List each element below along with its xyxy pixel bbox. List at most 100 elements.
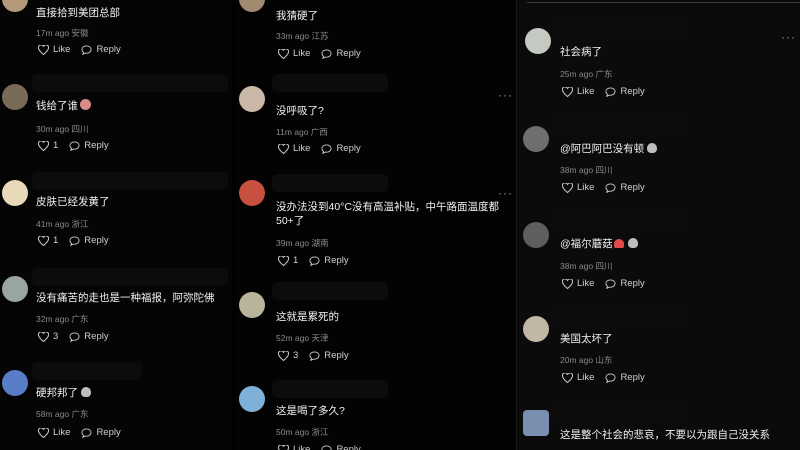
reply-button[interactable]: Reply — [321, 143, 361, 154]
user-avatar[interactable] — [523, 410, 549, 436]
user-avatar[interactable] — [525, 28, 551, 54]
like-button[interactable]: Like — [562, 182, 594, 193]
redacted-username — [557, 212, 687, 230]
like-button[interactable]: Like — [278, 444, 310, 450]
like-button[interactable]: 3 — [38, 331, 58, 342]
like-label: Like — [293, 444, 311, 450]
dog-face-emoji-icon — [80, 99, 91, 110]
reply-label: Reply — [84, 235, 109, 246]
like-label: Like — [293, 143, 311, 154]
comment-meta: 33m ago 江苏 — [276, 31, 329, 41]
comment-item: 没有痛苦的走也是一种福报，阿弥陀佛 32m ago 广东 3 Reply — [0, 264, 232, 354]
like-button[interactable]: Like — [278, 48, 310, 59]
reply-button[interactable]: Reply — [321, 48, 361, 59]
user-avatar[interactable] — [239, 292, 265, 318]
reply-button[interactable]: Reply — [81, 44, 121, 55]
like-label: Like — [577, 182, 595, 193]
reply-button[interactable]: Reply — [605, 372, 645, 383]
reply-label: Reply — [620, 278, 645, 289]
reply-button[interactable]: Reply — [69, 140, 109, 151]
comment-item: @阿巴阿巴没有顿 38m ago 四川 Like Reply — [517, 112, 800, 204]
mushroom-emoji-icon — [613, 239, 624, 248]
comment-item: ··· 社会病了 25m ago 广东 Like Reply — [517, 10, 800, 102]
reply-button[interactable]: Reply — [309, 255, 349, 266]
comment-text: 硬邦邦了 — [36, 386, 91, 400]
like-button[interactable]: Like — [38, 427, 70, 438]
like-button[interactable]: 3 — [278, 350, 298, 361]
reply-button[interactable]: Reply — [69, 331, 109, 342]
comment-actions: 3 Reply — [278, 350, 360, 361]
like-button[interactable]: 1 — [38, 140, 58, 151]
like-button[interactable]: Like — [38, 44, 70, 55]
user-avatar[interactable] — [2, 370, 28, 396]
like-count: 3 — [293, 350, 299, 361]
heart-outline-icon — [562, 372, 573, 383]
like-count: 1 — [53, 140, 59, 151]
reply-button[interactable]: Reply — [605, 278, 645, 289]
like-label: Like — [577, 372, 595, 383]
redacted-username — [272, 174, 388, 192]
user-avatar[interactable] — [239, 386, 265, 412]
reply-button[interactable]: Reply — [605, 182, 645, 193]
redacted-username — [272, 380, 388, 398]
reply-button[interactable]: Reply — [321, 444, 361, 450]
like-button[interactable]: Like — [278, 143, 310, 154]
like-count: 1 — [53, 235, 59, 246]
more-dots-icon[interactable]: ··· — [498, 187, 513, 199]
like-label: Like — [577, 86, 595, 97]
user-avatar[interactable] — [239, 86, 265, 112]
comment-column-right: ··· 社会病了 25m ago 广东 Like Reply @阿巴阿巴没有顿 … — [516, 0, 800, 450]
reply-button[interactable]: Reply — [309, 350, 349, 361]
comment-text: 社会病了 — [560, 46, 602, 58]
user-avatar[interactable] — [523, 126, 549, 152]
comment-item: 美国太坏了 20m ago 山东 Like Reply — [517, 302, 800, 394]
comment-item: 这是整个社会的悲哀，不要以为跟自己没关系 — [517, 398, 800, 450]
comment-meta: 17m ago 安徽 — [36, 28, 89, 38]
heart-outline-icon — [278, 444, 289, 450]
user-avatar[interactable] — [2, 180, 28, 206]
more-dots-icon[interactable]: ··· — [781, 31, 796, 43]
comment-meta: 38m ago 四川 — [560, 165, 613, 175]
comment-item: ··· 没呼吸了? 11m ago 广西 Like Reply — [236, 72, 518, 164]
redacted-username — [32, 362, 142, 380]
comment-item: ··· 没办法没到40°C没有高温补贴，中午路面温度都50+了 39m ago … — [236, 170, 518, 278]
comment-text: 没呼吸了? — [276, 105, 324, 117]
reply-label: Reply — [96, 427, 121, 438]
comment-text: 这就是累死的 — [276, 311, 339, 323]
like-button[interactable]: 1 — [38, 235, 58, 246]
reply-button[interactable]: Reply — [605, 86, 645, 97]
speech-bubble-icon — [309, 350, 320, 361]
comment-meta: 58m ago 广东 — [36, 409, 89, 419]
reply-label: Reply — [96, 44, 121, 55]
like-button[interactable]: Like — [562, 86, 594, 97]
heart-outline-icon — [38, 44, 49, 55]
user-avatar[interactable] — [523, 222, 549, 248]
user-avatar[interactable] — [239, 180, 265, 206]
heart-outline-icon — [278, 350, 289, 361]
speech-bubble-icon — [605, 182, 616, 193]
comment-text: 皮肤已经发黄了 — [36, 196, 110, 208]
like-button[interactable]: Like — [562, 372, 594, 383]
comment-meta: 38m ago 四川 — [560, 261, 613, 271]
speech-bubble-icon — [69, 331, 80, 342]
like-button[interactable]: Like — [562, 278, 594, 289]
comment-item: @福尔蘑菇 38m ago 四川 Like Reply — [517, 206, 800, 298]
comment-text: 这是整个社会的悲哀，不要以为跟自己没关系 — [560, 429, 770, 441]
user-avatar[interactable] — [523, 316, 549, 342]
reply-button[interactable]: Reply — [81, 427, 121, 438]
user-avatar[interactable] — [2, 84, 28, 110]
comment-item: 这是喝了多久? 50m ago 浙江 Like Reply — [236, 374, 518, 450]
poop-emoji-icon — [81, 387, 91, 397]
heart-outline-icon — [278, 48, 289, 59]
more-dots-icon[interactable]: ··· — [498, 89, 513, 101]
user-avatar[interactable] — [2, 276, 28, 302]
like-button[interactable]: 1 — [278, 255, 298, 266]
comment-meta: 20m ago 山东 — [560, 355, 613, 365]
comment-text: 美国太坏了 — [560, 333, 613, 345]
user-avatar[interactable] — [2, 0, 28, 12]
redacted-username — [557, 18, 687, 36]
reply-button[interactable]: Reply — [69, 235, 109, 246]
user-avatar[interactable] — [239, 0, 265, 12]
like-label: Like — [53, 427, 71, 438]
comment-actions: Like Reply — [562, 182, 656, 193]
